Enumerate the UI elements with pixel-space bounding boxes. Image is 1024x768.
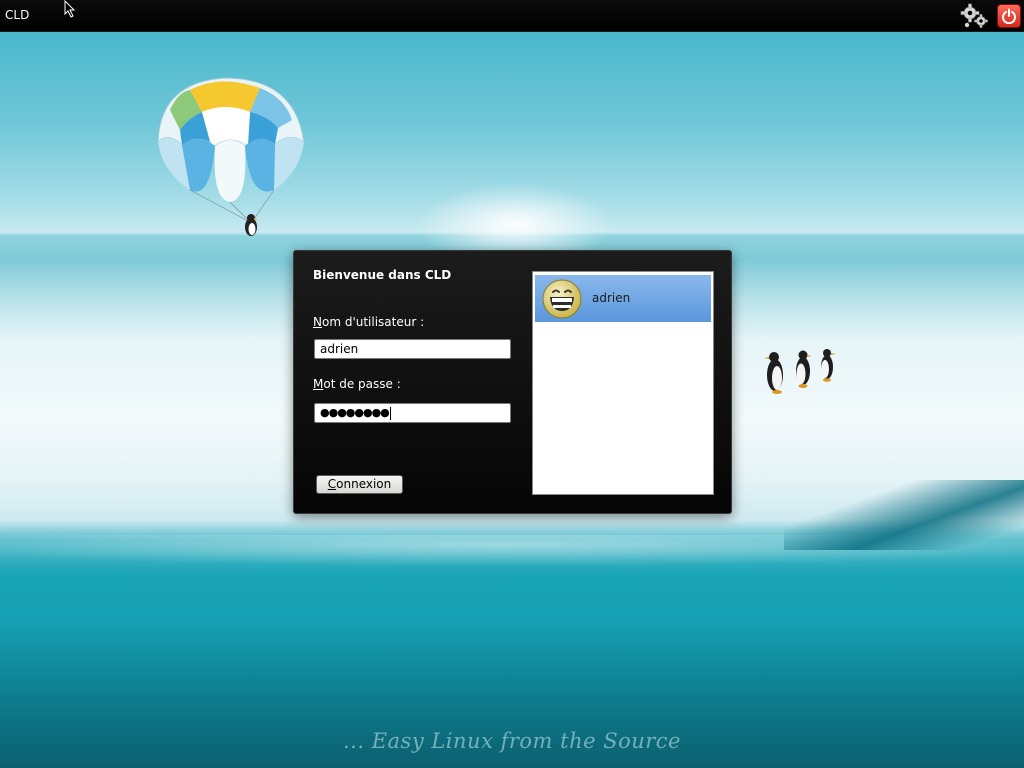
topbar-title: CLD (5, 8, 30, 22)
welcome-title: Bienvenue dans CLD (313, 268, 452, 282)
username-label: Nom d'utilisateur : (313, 315, 424, 329)
parachute-penguin-icon (157, 77, 305, 236)
login-button[interactable]: Connexion (316, 475, 403, 494)
password-label: Mot de passe : (313, 377, 401, 391)
wallpaper-tagline: ... Easy Linux from the Source (343, 729, 681, 753)
login-dialog: Bienvenue dans CLD Nom d'utilisateur : a… (293, 250, 732, 514)
login-button-label: onnexion (336, 477, 392, 491)
power-button[interactable] (997, 4, 1021, 28)
login-button-mnemonic: C (327, 477, 337, 491)
username-label-text: om d'utilisateur : (321, 315, 425, 329)
user-list[interactable]: adrien (532, 271, 714, 495)
user-list-item[interactable]: adrien (535, 275, 711, 322)
smiley-avatar-icon (542, 279, 582, 319)
user-name: adrien (592, 291, 631, 305)
password-mask: ●●●●●●●● (320, 406, 390, 419)
password-field[interactable]: ●●●●●●●● (314, 403, 511, 423)
password-label-text: ot de passe : (323, 377, 401, 391)
top-bar: CLD (0, 0, 1024, 32)
password-label-mnemonic: M (313, 377, 324, 391)
mouse-cursor-icon (64, 0, 76, 18)
username-field[interactable]: adrien (314, 339, 511, 359)
text-caret (389, 406, 391, 420)
gear-icon[interactable] (960, 3, 990, 29)
username-label-mnemonic: N (313, 315, 322, 329)
power-icon (1002, 8, 1016, 24)
penguins-icon (764, 349, 836, 394)
